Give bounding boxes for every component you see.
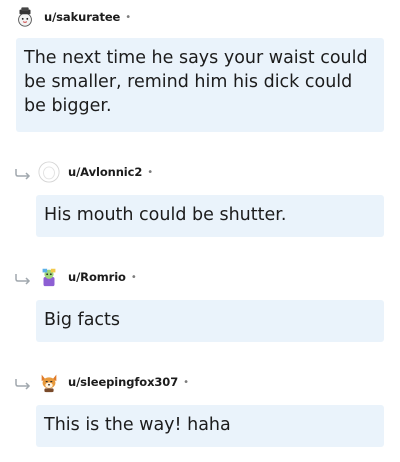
top-comment: u/sakuratee • The next time he says your… (0, 0, 400, 140)
separator-dot: • (125, 11, 132, 23)
separator-dot: • (147, 166, 154, 178)
reply-comment: u/Avlonnic2 • His mouth could be shutter… (0, 150, 400, 242)
separator-dot: • (130, 271, 137, 283)
comment-body: His mouth could be shutter. (36, 195, 384, 237)
comment-header: u/sleepingfox307 • (38, 371, 189, 393)
username[interactable]: u/Avlonnic2 (68, 165, 142, 179)
username[interactable]: u/sakuratee (44, 10, 120, 24)
comment-header: u/Romrio • (38, 266, 137, 288)
reply-comment: u/sleepingfox307 • This is the way! haha (0, 360, 400, 452)
username[interactable]: u/Romrio (68, 270, 126, 284)
comment-header: u/Avlonnic2 • (38, 161, 153, 183)
comment-text: His mouth could be shutter. (44, 205, 287, 225)
comment-body: Big facts (36, 300, 384, 342)
reply-arrow-icon (15, 169, 31, 180)
reply-arrow-icon (15, 379, 31, 390)
reply-arrow-icon (15, 274, 31, 285)
comment-body: This is the way! haha (36, 405, 384, 447)
sakuratee-avatar-icon[interactable] (14, 6, 36, 28)
comment-body: The next time he says your waist could b… (16, 38, 384, 132)
username[interactable]: u/sleepingfox307 (68, 375, 178, 389)
comment-text: This is the way! haha (44, 415, 231, 435)
comment-header: u/sakuratee • (14, 6, 131, 28)
romrio-avatar-icon[interactable] (38, 266, 60, 288)
comment-text: The next time he says your waist could b… (24, 48, 368, 116)
comment-text: Big facts (44, 310, 121, 330)
separator-dot: • (183, 376, 189, 388)
reply-comment: u/Romrio • Big facts (0, 255, 400, 347)
fox-avatar-icon[interactable] (38, 371, 60, 393)
blank-avatar-icon[interactable] (38, 161, 60, 183)
